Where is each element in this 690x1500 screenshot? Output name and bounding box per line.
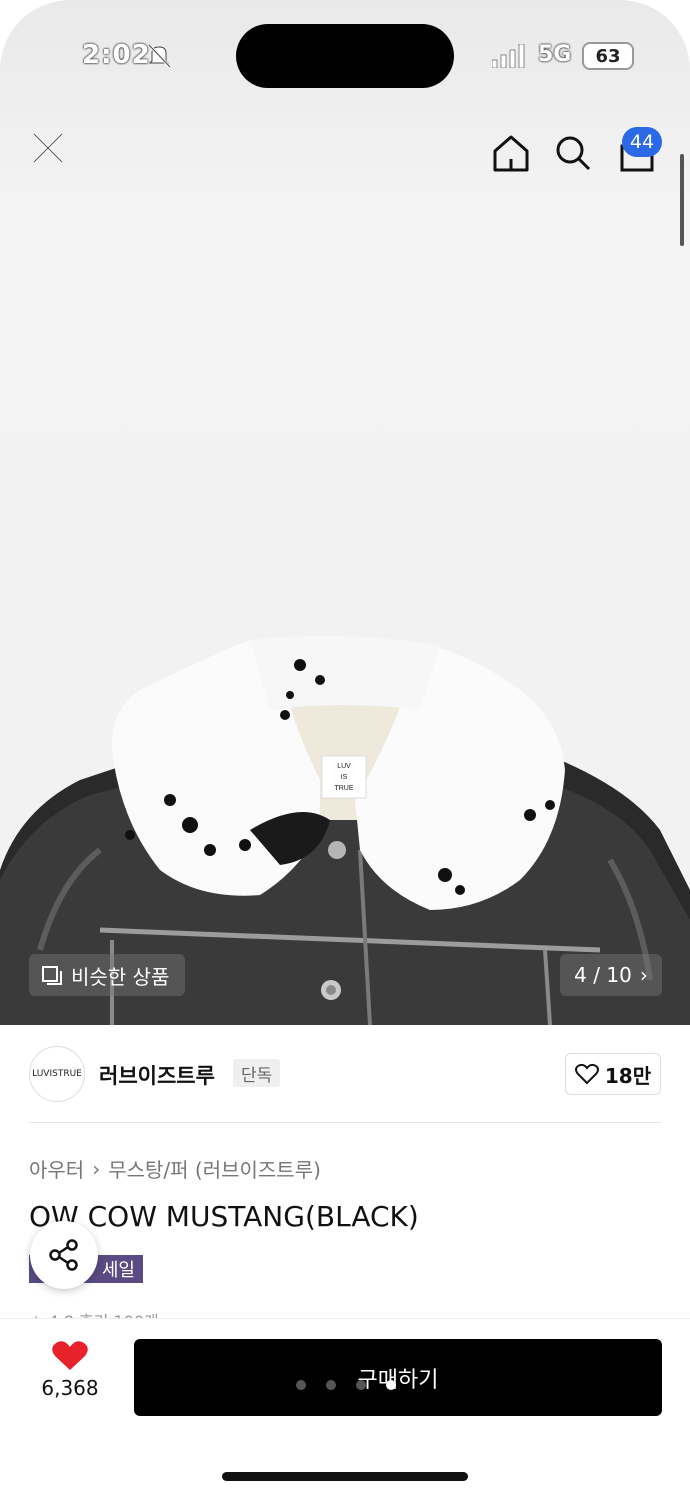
breadcrumb-category[interactable]: 아우터 [29,1154,84,1183]
carousel-dots [296,1380,396,1390]
carousel-dot [326,1380,336,1390]
divider [29,1122,661,1123]
home-icon [493,135,529,172]
carousel-dot [356,1380,366,1390]
brand-name[interactable]: 러브이즈트루 [99,1060,215,1090]
collar-label-line-3: TRUE [334,785,353,792]
status-bar: 2:02 5G 63 [0,0,690,110]
wishlist-count: 6,368 [41,1376,99,1400]
dynamic-island [236,24,454,88]
similar-products-label: 비슷한 상품 [71,964,170,989]
heart-filled-icon [52,1341,88,1370]
home-button[interactable] [486,128,536,178]
brand-like-count: 18만 [604,1063,652,1088]
exclusive-tag: 단독 [233,1059,281,1087]
breadcrumb: 아우터 › 무스탕/퍼 (러브이즈트루) [29,1154,321,1183]
brand-logo-text: LUVISTRUE [32,1069,82,1079]
similar-icon [42,966,62,985]
carousel-dot-active [386,1380,396,1390]
breadcrumb-subcategory[interactable]: 무스탕/퍼 (러브이즈트루) [108,1154,321,1183]
cart-count-badge: 44 [622,127,662,157]
product-title: OW COW MUSTANG(BLACK) [29,1200,419,1233]
status-time: 2:02 [82,40,151,70]
bell-muted-icon [147,43,172,69]
buy-button[interactable]: 구매하기 [134,1339,662,1416]
carousel-dot [296,1380,306,1390]
battery-level: 63 [595,45,621,67]
scrollbar[interactable] [680,154,684,246]
close-icon [32,132,64,164]
image-pager-label: 4 / 10 [574,963,632,987]
share-icon [49,1239,78,1271]
chevron-right-icon: › [92,1156,101,1181]
home-indicator[interactable] [222,1472,468,1481]
chevron-right-icon: › [639,963,648,987]
image-pager[interactable]: 4 / 10 › [560,954,662,996]
network-type: 5G [538,42,572,67]
similar-products-button[interactable]: 비슷한 상품 [29,954,185,996]
share-button[interactable] [30,1221,98,1289]
heart-outline-icon [574,1063,599,1085]
brand-logo[interactable]: LUVISTRUE [29,1046,85,1102]
app-screen: LUV IS TRUE 비슷한 상품 4 / 10 › 2:02 5G 63 4… [0,0,690,1500]
wishlist-button[interactable]: 6,368 [30,1340,110,1410]
sale-badge-label: 세일 [101,1260,135,1281]
brand-row: LUVISTRUE 러브이즈트루 단독 18만 [29,1046,661,1102]
collar-label-line-1: LUV [337,763,351,770]
search-icon [556,136,591,171]
signal-icon [492,44,525,68]
close-button[interactable] [22,122,74,174]
brand-like-button[interactable]: 18만 [565,1053,661,1095]
battery-icon: 63 [582,42,634,70]
collar-label-line-2: IS [341,774,348,781]
search-button[interactable] [548,128,598,178]
